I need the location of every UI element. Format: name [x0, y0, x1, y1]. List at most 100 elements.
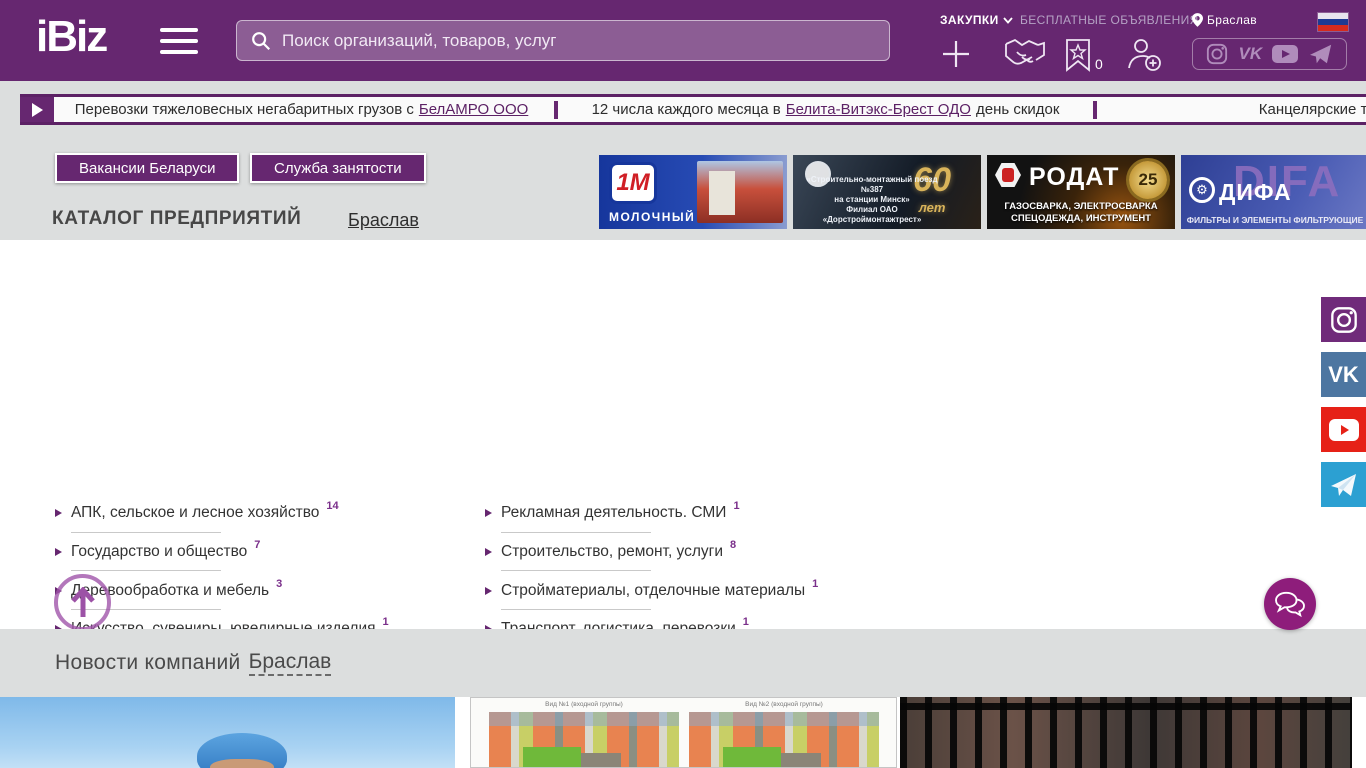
nav-purchases-label: ЗАКУПКИ — [940, 13, 999, 27]
news-images-row: Вид №1 (входной группы) Вид №2 (входной … — [0, 697, 1366, 768]
news-title: Новости компаний — [55, 651, 241, 675]
category-count: 8 — [730, 539, 736, 551]
telegram-icon — [1330, 472, 1358, 498]
instagram-icon — [1330, 306, 1358, 334]
vacancies-button[interactable]: Вакансии Беларуси — [55, 153, 239, 183]
category-count: 1 — [383, 616, 389, 628]
news-image-building-render[interactable]: Вид №1 (входной группы) Вид №2 (входной … — [470, 697, 897, 768]
sidebar-telegram-button[interactable] — [1321, 462, 1366, 507]
ticker-item: Канцелярские товары от Дело — [1097, 97, 1366, 122]
nav-free-ads-label: БЕСПЛАТНЫЕ ОБЪЯВЛЕНИЯ — [1020, 13, 1199, 27]
news-image-fence[interactable] — [900, 697, 1352, 768]
banner-title: ДИФА — [1219, 179, 1292, 206]
nav-city-label: Браслав — [1207, 13, 1257, 27]
banner-title: РОДАТ — [1029, 163, 1119, 192]
instagram-icon[interactable] — [1206, 43, 1228, 65]
gear-icon: ⚙ — [1189, 177, 1215, 203]
ticker-link[interactable]: БелАМРО ООО — [419, 101, 528, 118]
scroll-to-top-button[interactable] — [54, 574, 111, 631]
chat-bubbles-icon — [1273, 590, 1307, 618]
favorites-button[interactable]: 0 — [1064, 38, 1103, 72]
category-apk[interactable]: АПК, сельское и лесное хозяйство14 — [55, 494, 475, 533]
page: iBiz ЗАКУПКИ БЕСПЛАТНЫЕ ОБЪЯВЛЕНИЯ Брасл… — [0, 0, 1366, 768]
ticker-play-button[interactable] — [20, 97, 54, 122]
nav-city[interactable]: Браслав — [1188, 13, 1257, 27]
category-count: 14 — [326, 500, 338, 512]
render-caption-1: Вид №1 (входной группы) — [489, 701, 679, 708]
ticker-item: 12 числа каждого месяца в Белита-Витэкс-… — [558, 97, 1093, 122]
render-caption-2: Вид №2 (входной группы) — [689, 701, 879, 708]
favorites-count: 0 — [1095, 56, 1103, 72]
banner-building-image — [697, 161, 783, 223]
menu-icon[interactable] — [160, 28, 198, 61]
category-count: 1 — [733, 500, 739, 512]
telegram-icon[interactable] — [1309, 43, 1333, 65]
banner-molochny[interactable]: 1М МОЛОЧНЫЙ — [599, 155, 787, 229]
category-building-materials[interactable]: Стройматериалы, отделочные материалы1 — [485, 571, 905, 610]
sidebar-youtube-button[interactable] — [1321, 407, 1366, 452]
man-face-image — [210, 759, 274, 768]
category-advertising[interactable]: Рекламная деятельность. СМИ1 — [485, 494, 905, 533]
search-icon — [250, 30, 272, 52]
news-section-header: Новости компаний Браслав — [0, 629, 1366, 697]
building-render-2 — [689, 712, 879, 768]
ticker-link[interactable]: Белита-Витэкс-Брест ОДО — [786, 101, 971, 118]
arrow-up-icon — [70, 587, 96, 619]
banner-title: МОЛОЧНЫЙ — [609, 210, 695, 224]
news-ticker: Перевозки тяжеловесных негабаритных груз… — [20, 94, 1366, 125]
banner-smp-387[interactable]: 60лет «Строительно-монтажный поезд №387н… — [793, 155, 981, 229]
youtube-icon[interactable] — [1272, 44, 1298, 64]
chat-widget-button[interactable] — [1264, 578, 1316, 630]
header-social-links: VK — [1192, 38, 1347, 70]
sidebar-instagram-button[interactable] — [1321, 297, 1366, 342]
sidebar-vk-button[interactable]: VK — [1321, 352, 1366, 397]
youtube-icon — [1329, 419, 1359, 441]
add-company-button[interactable] — [940, 38, 972, 70]
triangle-bullet-icon — [55, 509, 62, 517]
ticker-text: Канцелярские товары от — [1259, 101, 1366, 118]
nav-free-ads[interactable]: БЕСПЛАТНЫЕ ОБЪЯВЛЕНИЯ — [1020, 13, 1199, 27]
language-flag-ru[interactable] — [1318, 13, 1348, 31]
fence-rail — [900, 703, 1352, 710]
ticker-text: 12 числа каждого месяца в — [592, 101, 781, 118]
play-icon — [32, 103, 43, 117]
category-count: 3 — [276, 578, 282, 590]
building-render-1 — [489, 712, 679, 768]
vk-icon[interactable]: VK — [1239, 44, 1263, 64]
ticker-text: Перевозки тяжеловесных негабаритных груз… — [75, 101, 414, 118]
banner-caption: «Строительно-монтажный поезд №387на стан… — [797, 175, 947, 225]
catalog-title: КАТАЛОГ ПРЕДПРИЯТИЙ — [52, 208, 301, 230]
category-government[interactable]: Государство и общество7 — [55, 533, 475, 572]
search-bar — [236, 20, 890, 61]
banner-rodat[interactable]: РОДАТ 25 ГАЗОСВАРКА, ЭЛЕКТРОСВАРКАСПЕЦОД… — [987, 155, 1175, 229]
location-pin-icon — [1192, 13, 1203, 27]
catalog-city-link[interactable]: Браслав — [348, 210, 419, 231]
register-user-button[interactable] — [1126, 38, 1164, 72]
ticker-item: Перевозки тяжеловесных негабаритных груз… — [54, 97, 554, 122]
category-woodworking[interactable]: Деревообработка и мебель3 — [55, 571, 475, 610]
news-image-portrait[interactable] — [0, 697, 455, 768]
triangle-bullet-icon — [485, 587, 492, 595]
partners-button[interactable] — [1002, 38, 1048, 72]
vk-icon: VK — [1328, 362, 1359, 388]
bookmark-star-icon — [1064, 38, 1092, 72]
category-count: 7 — [254, 539, 260, 551]
banner-strip: 1М МОЛОЧНЫЙ 60лет «Строительно-монтажный… — [599, 155, 1366, 229]
logo[interactable]: iBiz — [36, 12, 106, 62]
nav-purchases[interactable]: ЗАКУПКИ — [940, 13, 1017, 27]
banner-caption: ГАЗОСВАРКА, ЭЛЕКТРОСВАРКАСПЕЦОДЕЖДА, ИНС… — [987, 201, 1175, 225]
search-input[interactable] — [282, 31, 876, 51]
ticker-text: день скидок — [976, 101, 1059, 118]
banner-25-medal: 25 — [1129, 161, 1167, 199]
banner-1m-logo: 1М — [609, 162, 657, 204]
employment-button[interactable]: Служба занятости — [250, 153, 426, 183]
triangle-bullet-icon — [55, 548, 62, 556]
catalog-panel: АПК, сельское и лесное хозяйство14 Госуд… — [0, 240, 1366, 629]
handshake-icon — [1002, 38, 1048, 72]
news-city-link[interactable]: Браслав — [249, 650, 332, 676]
user-add-icon — [1126, 38, 1164, 72]
category-construction[interactable]: Строительство, ремонт, услуги8 — [485, 533, 905, 572]
banner-welder-icon — [995, 163, 1021, 187]
chevron-down-icon — [1003, 17, 1013, 24]
banner-difa[interactable]: DIFA ⚙ ДИФА ФИЛЬТРЫ И ЭЛЕМЕНТЫ ФИЛЬТРУЮЩ… — [1181, 155, 1366, 229]
